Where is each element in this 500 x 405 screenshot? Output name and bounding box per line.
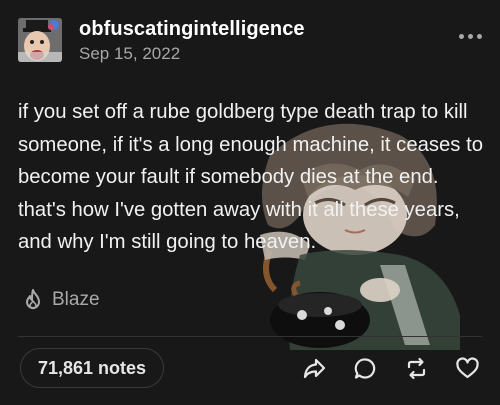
heart-icon [456, 357, 479, 379]
reblog-icon [407, 357, 426, 380]
tag-label: Blaze [52, 289, 100, 310]
reply-button[interactable] [353, 356, 378, 381]
post-date[interactable]: Sep 15, 2022 [79, 44, 180, 64]
menu-dot [467, 33, 473, 39]
more-options-icon[interactable] [456, 31, 484, 41]
share-arrow-icon [303, 358, 326, 379]
menu-dot [458, 33, 464, 39]
like-button[interactable] [455, 356, 480, 381]
avatar[interactable] [18, 18, 62, 62]
speech-bubble-icon [354, 358, 376, 379]
tag-blaze[interactable]: Blaze [22, 288, 100, 312]
blog-username[interactable]: obfuscatingintelligence [79, 18, 305, 41]
menu-dot [476, 33, 482, 39]
post-body: if you set off a rube goldberg type deat… [18, 101, 483, 253]
flame-icon [26, 289, 40, 310]
tumblr-post: obfuscatingintelligence Sep 15, 2022 if … [0, 0, 500, 405]
notes-count-button[interactable]: 71,861 notes [20, 348, 165, 388]
divider [18, 336, 482, 337]
share-button[interactable] [302, 356, 327, 381]
reblog-button[interactable] [404, 356, 429, 381]
post-actions [302, 356, 480, 381]
